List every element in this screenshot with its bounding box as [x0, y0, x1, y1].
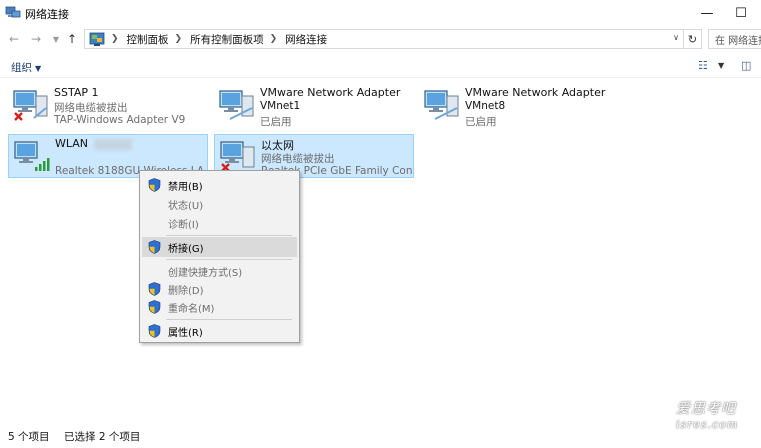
menu-item-properties[interactable]: 属性(R)	[142, 321, 297, 341]
menu-item-label: 桥接(G)	[168, 243, 204, 255]
chevron-down-icon: ▼	[35, 64, 42, 73]
uac-shield-icon	[148, 282, 161, 296]
menu-separator	[166, 319, 292, 320]
menu-item-create-shortcut[interactable]: 创建快捷方式(S)	[142, 261, 297, 281]
network-item-vmnet8[interactable]: VMware Network Adapter VMnet8 已启用	[419, 84, 619, 128]
breadcrumb-separator: ❯	[269, 34, 278, 44]
up-arrow-icon[interactable]: ↑	[64, 31, 80, 47]
breadcrumb-separator: ❯	[111, 34, 119, 44]
address-dropdown-icon[interactable]: ∨	[673, 33, 679, 42]
command-bar: 组织 ▼ ☷ ▼ ◫	[0, 54, 761, 78]
item-status: 网络电缆被拔出	[54, 102, 128, 114]
view-options-dropdown-icon[interactable]: ▼	[718, 61, 724, 70]
menu-item-bridge[interactable]: 桥接(G)	[142, 237, 297, 257]
control-panel-icon	[89, 32, 105, 46]
network-connections-icon	[5, 6, 21, 18]
refresh-icon[interactable]: ↻	[684, 29, 702, 49]
organize-label: 组织	[11, 62, 32, 74]
network-adapter-disconnected-icon	[220, 141, 255, 172]
menu-item-label: 诊断(I)	[168, 219, 199, 231]
menu-item-label: 状态(U)	[168, 200, 204, 212]
item-adapter: VMnet8	[465, 100, 506, 112]
breadcrumb-separator: ❯	[174, 34, 183, 44]
menu-separator	[166, 259, 292, 260]
address-bar: ← → ▼ ↑ ❯ 控制面板 ❯ 所有控制面板项 ❯ 网络连接 ∨ ↻ 在 网络…	[0, 27, 761, 51]
item-name: SSTAP 1	[54, 86, 99, 99]
watermark-line1: 爱思考吧	[676, 401, 736, 417]
menu-item-status[interactable]: 状态(U)	[142, 194, 297, 214]
item-status: 网络电缆被拔出	[261, 153, 335, 165]
menu-item-rename[interactable]: 重命名(M)	[142, 297, 297, 317]
uac-shield-icon	[148, 178, 161, 192]
breadcrumb-all-items[interactable]: 所有控制面板项	[190, 32, 264, 47]
uac-shield-icon	[148, 300, 161, 314]
item-status: 已启用	[465, 116, 497, 128]
network-item-vmnet1[interactable]: VMware Network Adapter VMnet1 已启用	[214, 84, 414, 128]
change-view-icon[interactable]: ☷	[698, 59, 708, 72]
menu-item-delete[interactable]: 删除(D)	[142, 279, 297, 299]
item-name: VMware Network Adapter	[465, 86, 606, 99]
menu-item-label: 禁用(B)	[168, 181, 203, 193]
network-adapter-disconnected-icon	[13, 90, 48, 121]
window-title: 网络连接	[25, 8, 69, 21]
recent-locations-icon[interactable]: ▼	[48, 31, 64, 47]
item-status: 已启用	[260, 116, 292, 128]
title-bar: 网络连接 — ☐	[0, 0, 761, 27]
explorer-window: 网络连接 — ☐ ← → ▼ ↑ ❯ 控制面板 ❯ 所有控制面板项 ❯ 网络连接…	[0, 0, 761, 448]
back-arrow-icon[interactable]: ←	[6, 31, 22, 47]
item-name: VMware Network Adapter	[260, 86, 401, 99]
maximize-button[interactable]: ☐	[726, 3, 756, 23]
breadcrumb-control-panel[interactable]: 控制面板	[127, 32, 169, 47]
network-adapter-icon	[219, 90, 254, 120]
organize-menu-button[interactable]: 组织 ▼	[11, 60, 41, 75]
menu-item-label: 重命名(M)	[168, 303, 215, 315]
breadcrumb[interactable]: ❯ 控制面板 ❯ 所有控制面板项 ❯ 网络连接 ∨	[84, 29, 684, 49]
menu-separator	[166, 235, 292, 236]
item-name: WLAN	[55, 137, 133, 150]
forward-arrow-icon[interactable]: →	[28, 31, 44, 47]
item-adapter: VMnet1	[260, 100, 301, 112]
preview-pane-icon[interactable]: ◫	[741, 59, 751, 72]
status-bar: 5 个项目 已选择 2 个项目	[0, 426, 761, 448]
network-adapter-icon	[424, 90, 459, 120]
item-count: 5 个项目	[8, 431, 50, 443]
menu-item-disable[interactable]: 禁用(B)	[142, 175, 297, 195]
breadcrumb-network-connections[interactable]: 网络连接	[285, 32, 327, 47]
item-device: TAP-Windows Adapter V9	[54, 114, 186, 126]
minimize-button[interactable]: —	[692, 3, 722, 23]
menu-item-label: 删除(D)	[168, 285, 204, 297]
network-item-sstap[interactable]: SSTAP 1 网络电缆被拔出 TAP-Windows Adapter V9	[8, 84, 208, 128]
uac-shield-icon	[148, 240, 161, 254]
menu-item-label: 属性(R)	[168, 327, 203, 339]
selection-count: 已选择 2 个项目	[64, 431, 141, 443]
wireless-adapter-icon	[14, 141, 50, 171]
context-menu: 禁用(B) 状态(U) 诊断(I) 桥接(G) 创建快捷方式(S) 删除(D) …	[139, 170, 300, 343]
search-input[interactable]: 在 网络连接	[708, 29, 761, 49]
uac-shield-icon	[148, 324, 161, 338]
menu-item-diagnose[interactable]: 诊断(I)	[142, 213, 297, 233]
menu-item-label: 创建快捷方式(S)	[168, 267, 243, 279]
redacted-ssid	[94, 138, 133, 150]
search-placeholder: 在 网络连接	[715, 35, 761, 47]
